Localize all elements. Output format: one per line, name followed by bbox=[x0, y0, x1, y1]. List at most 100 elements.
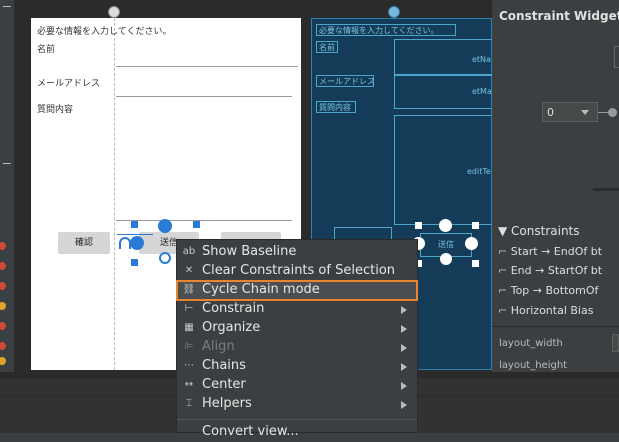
blueprint-resize-handle[interactable] bbox=[415, 222, 422, 229]
hint-text: 必要な情報を入力してください。 bbox=[37, 27, 172, 37]
menu-item-constrain[interactable]: ⊢ Constrain bbox=[177, 300, 417, 319]
vertical-guideline[interactable] bbox=[114, 18, 115, 370]
constraint-link-icon: ⌐ bbox=[498, 245, 511, 258]
menu-item-label: Constrain bbox=[202, 301, 265, 316]
constraint-link-icon: ⌐ bbox=[498, 264, 511, 277]
error-marker-icon[interactable] bbox=[0, 342, 6, 350]
menu-item-label: Cycle Chain mode bbox=[202, 282, 320, 297]
constrain-icon: ⊢ bbox=[184, 303, 194, 314]
menu-item-center[interactable]: ↔ Center bbox=[177, 376, 417, 395]
attributes-panel: Constraint Widget 0 ▼ Constraints ⌐ Star… bbox=[492, 0, 619, 372]
error-marker-icon[interactable] bbox=[0, 262, 6, 270]
submenu-arrow-icon bbox=[401, 382, 407, 390]
blueprint-view-pin-icon[interactable] bbox=[388, 6, 400, 18]
constraint-widget-box[interactable] bbox=[614, 46, 619, 68]
constraint-dot[interactable] bbox=[608, 108, 617, 117]
constraint-item: ⌐ End → StartOf bt bbox=[498, 264, 602, 277]
menu-item-show-baseline[interactable]: ab Show Baseline bbox=[177, 243, 417, 262]
blueprint-top-anchor[interactable] bbox=[439, 219, 452, 232]
confirm-button[interactable]: 確認 bbox=[58, 232, 110, 254]
warning-marker-icon[interactable] bbox=[0, 302, 6, 310]
clear-constraints-icon: ✕ bbox=[184, 265, 194, 276]
blueprint-label-email: メールアドレス bbox=[316, 75, 375, 87]
constraint-label: Top → BottomOf bbox=[510, 284, 599, 297]
design-view-pin-icon[interactable] bbox=[108, 6, 120, 18]
menu-item-clear-constraints-of-selection[interactable]: ✕ Clear Constraints of Selection bbox=[177, 262, 417, 281]
label-name: 名前 bbox=[37, 45, 56, 55]
bottom-constraint-anchor[interactable] bbox=[159, 252, 171, 264]
resize-handle[interactable] bbox=[131, 259, 138, 266]
blueprint-end-anchor[interactable] bbox=[465, 237, 478, 250]
left-tool-strip bbox=[0, 0, 14, 372]
chain-link-icon bbox=[119, 237, 131, 249]
menu-item-label: Chains bbox=[202, 358, 246, 373]
blueprint-bottom-anchor[interactable] bbox=[440, 253, 452, 265]
submenu-arrow-icon bbox=[401, 401, 407, 409]
error-marker-icon[interactable] bbox=[0, 282, 6, 290]
panel-title: Constraint Widget bbox=[499, 9, 619, 23]
menu-item-chains[interactable]: ⋯ Chains bbox=[177, 357, 417, 376]
margin-value: 0 bbox=[547, 106, 554, 119]
collapse-icon[interactable] bbox=[3, 163, 11, 164]
menu-item-helpers[interactable]: ⌶ Helpers bbox=[177, 395, 417, 414]
et-mail-id: etMa bbox=[472, 87, 492, 96]
menu-divider bbox=[177, 419, 417, 420]
chevron-down-icon bbox=[581, 110, 589, 115]
resize-handle[interactable] bbox=[131, 221, 138, 228]
blueprint-resize-handle[interactable] bbox=[472, 260, 479, 267]
error-marker-icon[interactable] bbox=[0, 242, 6, 250]
menu-item-label: Convert view... bbox=[202, 424, 299, 439]
menu-item-label: Organize bbox=[202, 320, 261, 335]
margin-dropdown[interactable]: 0 bbox=[542, 102, 598, 122]
submenu-arrow-icon bbox=[401, 344, 407, 352]
submenu-arrow-icon bbox=[401, 363, 407, 371]
blueprint-hint-text: 必要な情報を入力してください。 bbox=[316, 24, 456, 36]
constraint-label: Horizontal Bias bbox=[510, 304, 594, 317]
menu-item-align: ⊫ Align bbox=[177, 338, 417, 357]
constraints-header[interactable]: ▼ Constraints bbox=[498, 224, 580, 238]
blueprint-resize-handle[interactable] bbox=[472, 222, 479, 229]
constraint-link-icon: ⌐ bbox=[498, 284, 511, 297]
menu-item-label: Helpers bbox=[202, 396, 252, 411]
constraint-link-icon: ⌐ bbox=[498, 304, 511, 317]
chain-connector bbox=[117, 234, 153, 235]
blueprint-label-question: 質問内容 bbox=[316, 101, 356, 113]
warning-marker-icon[interactable] bbox=[0, 357, 6, 365]
menu-item-cycle-chain-mode[interactable]: ⛓ Cycle Chain mode bbox=[176, 280, 418, 301]
center-icon: ↔ bbox=[184, 379, 194, 390]
expand-icon[interactable] bbox=[3, 6, 11, 7]
helpers-icon: ⌶ bbox=[186, 398, 192, 409]
constraint-item: ⌐ Horizontal Bias bbox=[498, 304, 593, 317]
top-constraint-anchor[interactable] bbox=[158, 219, 172, 233]
question-input-underline[interactable] bbox=[116, 220, 292, 221]
chain-link-icon: ⛓ bbox=[182, 284, 196, 295]
error-marker-icon[interactable] bbox=[0, 322, 6, 330]
start-constraint-anchor[interactable] bbox=[130, 236, 144, 250]
layout-width-dropdown[interactable] bbox=[612, 334, 619, 352]
label-question: 質問内容 bbox=[37, 105, 74, 115]
menu-item-label: Clear Constraints of Selection bbox=[202, 263, 396, 278]
constraint-label: End → StartOf bt bbox=[510, 264, 603, 277]
constraint-item: ⌐ Top → BottomOf bbox=[498, 284, 598, 297]
layout-width-label: layout_width bbox=[499, 338, 563, 349]
submenu-arrow-icon bbox=[401, 325, 407, 333]
bias-slider[interactable] bbox=[593, 188, 619, 191]
organize-icon: ▦ bbox=[184, 322, 194, 333]
label-email: メールアドレス bbox=[37, 79, 101, 89]
context-menu: ab Show Baseline ✕ Clear Constraints of Sel… bbox=[176, 239, 418, 439]
name-input-underline[interactable] bbox=[116, 66, 298, 67]
align-icon: ⊫ bbox=[184, 341, 194, 352]
email-input-underline[interactable] bbox=[116, 96, 292, 97]
chains-icon: ⋯ bbox=[184, 360, 194, 371]
edit-text-id: editTe bbox=[467, 167, 491, 176]
menu-item-label: Show Baseline bbox=[202, 244, 297, 259]
resize-handle[interactable] bbox=[193, 221, 200, 228]
baseline-icon: ab bbox=[182, 246, 196, 257]
layout-height-label: layout_height bbox=[499, 360, 568, 371]
blueprint-label-name: 名前 bbox=[316, 41, 338, 53]
menu-item-organize[interactable]: ▦ Organize bbox=[177, 319, 417, 338]
constraint-item: ⌐ Start → EndOf bt bbox=[498, 245, 602, 258]
submenu-arrow-icon bbox=[401, 306, 407, 314]
panel-divider bbox=[492, 326, 619, 327]
et-name-id: etNa bbox=[472, 55, 491, 64]
